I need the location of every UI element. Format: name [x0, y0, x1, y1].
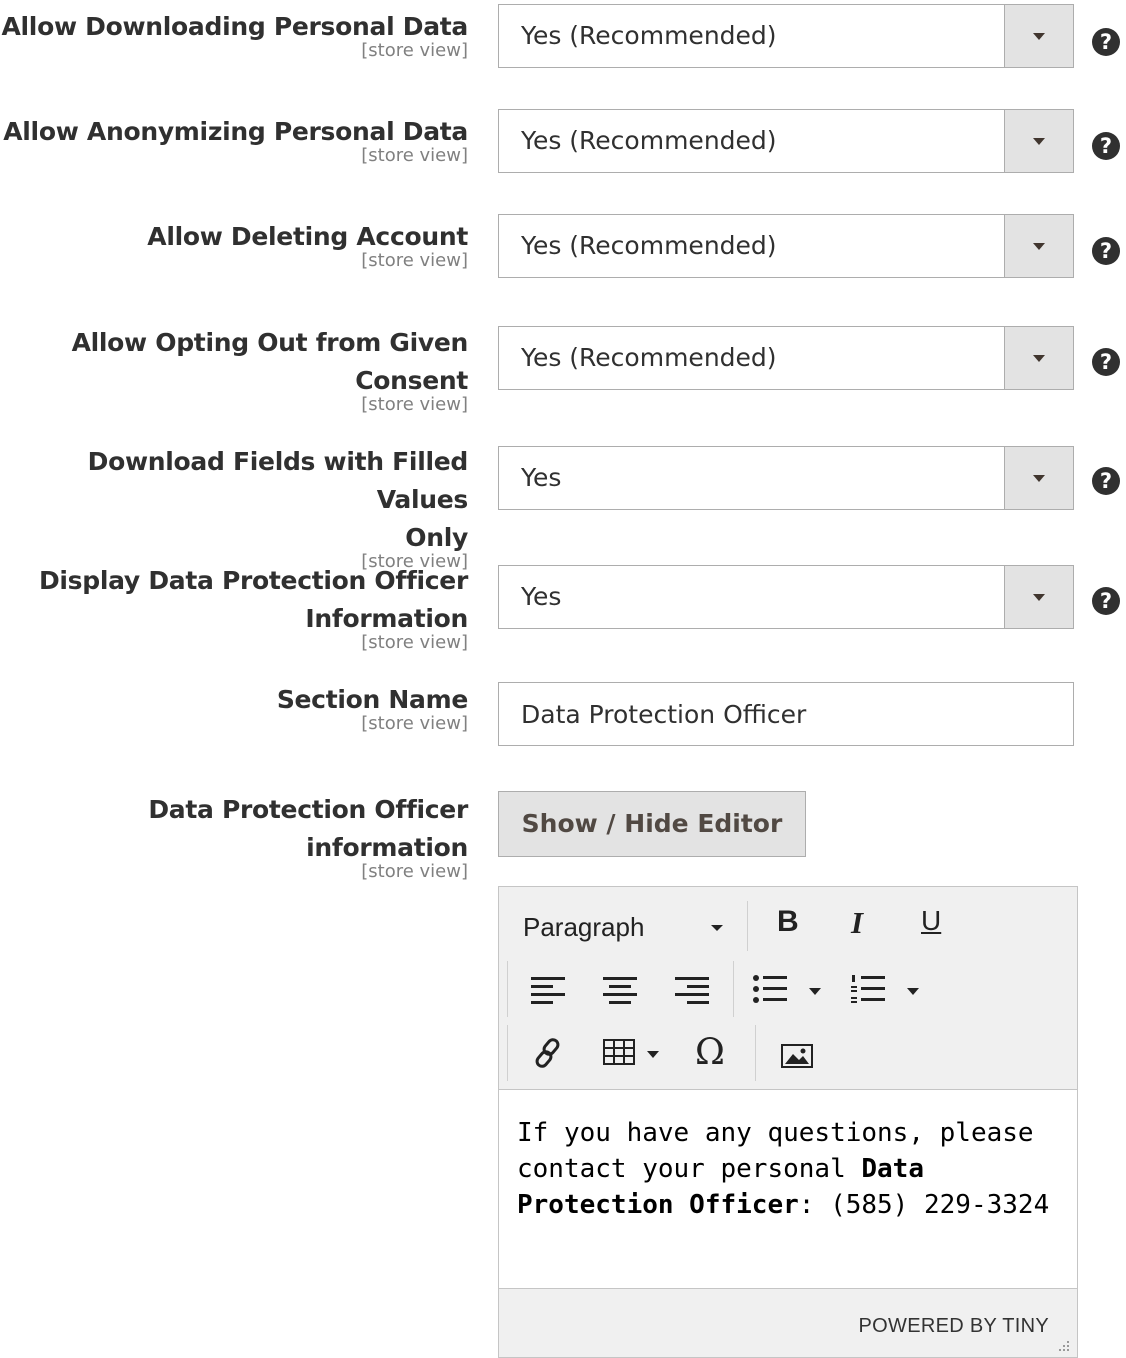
- underline-button[interactable]: U: [921, 905, 941, 937]
- help-icon[interactable]: ?: [1092, 587, 1120, 615]
- select-value: Yes (Recommended): [521, 21, 777, 50]
- select-value: Yes: [521, 463, 562, 492]
- section-name-input-wrapper: [498, 682, 1074, 746]
- select-value: Yes (Recommended): [521, 126, 777, 155]
- allow-anonymizing-select[interactable]: Yes (Recommended): [498, 109, 1074, 173]
- scope-label: [store view]: [361, 632, 468, 653]
- allow-opting-out-select[interactable]: Yes (Recommended): [498, 326, 1074, 390]
- format-select[interactable]: Paragraph: [523, 909, 733, 945]
- toolbar-separator: [733, 961, 734, 1017]
- table-icon: [603, 1039, 635, 1065]
- chevron-down-icon: [647, 1051, 659, 1058]
- select-arrow[interactable]: [1004, 566, 1073, 628]
- toolbar-separator: [507, 961, 508, 1017]
- content-text-phone: : (585) 229-3324: [798, 1190, 1050, 1220]
- field-label-group: Allow Deleting Account [store view]: [0, 218, 468, 272]
- download-filled-only-select[interactable]: Yes: [498, 446, 1074, 510]
- select-value: Yes (Recommended): [521, 231, 777, 260]
- help-icon[interactable]: ?: [1092, 28, 1120, 56]
- resize-handle-icon[interactable]: [1057, 1339, 1071, 1353]
- select-arrow[interactable]: [1004, 215, 1073, 277]
- select-value: Yes (Recommended): [521, 343, 777, 372]
- select-arrow[interactable]: [1004, 447, 1073, 509]
- content-text: If you have any questions, please contac…: [517, 1118, 1034, 1184]
- image-icon[interactable]: [781, 1044, 813, 1068]
- field-label: Download Fields with Filled Values: [87, 447, 469, 514]
- align-left-icon[interactable]: [531, 977, 565, 1005]
- chevron-down-icon: [907, 988, 919, 995]
- chevron-down-icon: [1033, 475, 1045, 482]
- field-label: Display Data Protection Officer: [38, 566, 468, 595]
- help-icon[interactable]: ?: [1092, 348, 1120, 376]
- display-dpo-select[interactable]: Yes: [498, 565, 1074, 629]
- select-arrow[interactable]: [1004, 110, 1073, 172]
- toolbar-separator: [755, 1025, 756, 1081]
- field-label: Data Protection Officer: [148, 795, 468, 824]
- chevron-down-icon: [1033, 138, 1045, 145]
- link-icon[interactable]: [533, 1037, 563, 1069]
- numbered-list-button[interactable]: [851, 975, 921, 1007]
- bullet-list-button[interactable]: [753, 975, 823, 1007]
- chevron-down-icon: [1033, 243, 1045, 250]
- scope-label: [store view]: [361, 394, 468, 415]
- help-icon[interactable]: ?: [1092, 467, 1120, 495]
- scope-label: [store view]: [361, 713, 468, 734]
- toolbar-separator: [747, 901, 748, 951]
- field-label-group: Data Protection Officer information [sto…: [0, 791, 468, 883]
- chevron-down-icon: [1033, 355, 1045, 362]
- editor-statusbar: POWERED BY TINY: [499, 1288, 1077, 1357]
- align-right-icon[interactable]: [675, 977, 709, 1005]
- field-label-group: Download Fields with Filled Values Only …: [0, 443, 469, 573]
- field-label-group: Allow Opting Out from Given Consent [sto…: [0, 324, 469, 416]
- help-icon[interactable]: ?: [1092, 132, 1120, 160]
- allow-deleting-select[interactable]: Yes (Recommended): [498, 214, 1074, 278]
- numbered-list-icon: [851, 975, 885, 1003]
- field-label-group: Allow Anonymizing Personal Data [store v…: [0, 113, 468, 167]
- section-name-input[interactable]: [521, 683, 1061, 745]
- special-character-button[interactable]: Ω: [695, 1032, 725, 1073]
- field-label-group: Section Name [store view]: [0, 681, 468, 735]
- powered-by-link[interactable]: POWERED BY TINY: [859, 1315, 1049, 1338]
- align-center-icon[interactable]: [603, 977, 637, 1005]
- chevron-down-icon: [1033, 33, 1045, 40]
- select-arrow[interactable]: [1004, 5, 1073, 67]
- select-value: Yes: [521, 582, 562, 611]
- bullet-list-icon: [753, 975, 787, 1003]
- chevron-down-icon: [1033, 594, 1045, 601]
- scope-label: [store view]: [361, 861, 468, 882]
- toolbar-separator: [507, 1025, 508, 1081]
- field-label-group: Allow Downloading Personal Data [store v…: [0, 8, 468, 62]
- editor-toolbar: Paragraph B I U Ω: [499, 887, 1077, 1090]
- format-select-value: Paragraph: [523, 912, 645, 942]
- allow-downloading-select[interactable]: Yes (Recommended): [498, 4, 1074, 68]
- field-label: Allow Opting Out from Given: [71, 328, 469, 357]
- chevron-down-icon: [809, 988, 821, 995]
- italic-button[interactable]: I: [851, 905, 863, 941]
- field-label-group: Display Data Protection Officer Informat…: [0, 562, 468, 654]
- show-hide-editor-button[interactable]: Show / Hide Editor: [498, 791, 806, 857]
- chevron-down-icon: [711, 925, 723, 931]
- table-button[interactable]: [603, 1039, 663, 1071]
- select-arrow[interactable]: [1004, 327, 1073, 389]
- help-icon[interactable]: ?: [1092, 237, 1120, 265]
- bold-button[interactable]: B: [777, 905, 799, 939]
- editor-content[interactable]: If you have any questions, please contac…: [517, 1115, 1057, 1223]
- rich-text-editor: Paragraph B I U Ω If you have any questi…: [498, 886, 1078, 1358]
